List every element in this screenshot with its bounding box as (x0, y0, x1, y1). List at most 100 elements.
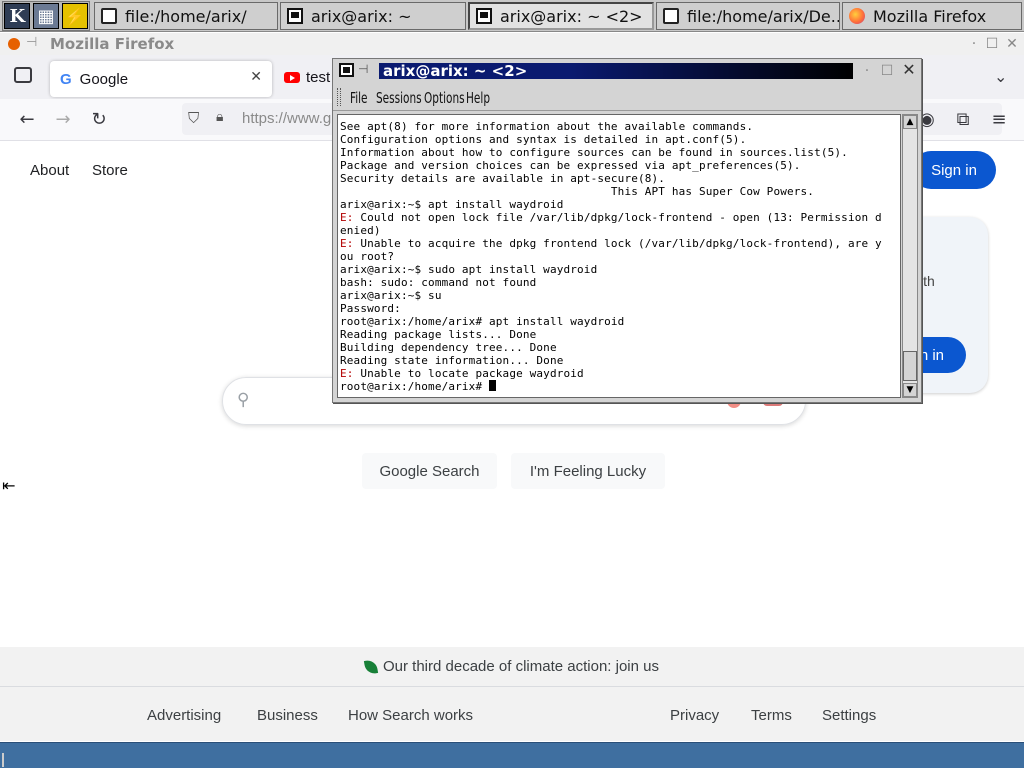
tab-overview-icon[interactable] (14, 67, 32, 83)
menu-help[interactable]: Help (466, 89, 490, 107)
menu-file[interactable]: File (350, 89, 368, 107)
task-file-documents[interactable]: file:/home/arix/De... (656, 2, 840, 30)
google-search-button[interactable]: Google Search (362, 453, 497, 489)
sign-in-button[interactable]: Sign in (912, 151, 996, 189)
tab-google[interactable]: G Google ✕ (50, 61, 272, 97)
reload-icon[interactable]: ↻ (86, 107, 112, 133)
feeling-lucky-button[interactable]: I'm Feeling Lucky (511, 453, 665, 489)
minimize-icon[interactable]: · (966, 36, 982, 52)
terminal-line-text: Package and version choices can be expre… (340, 159, 801, 172)
maximize-icon[interactable]: ☐ (984, 36, 1000, 52)
terminal-line-text: root@arix:/home/arix# apt install waydro… (340, 315, 625, 328)
youtube-favicon-icon (284, 72, 300, 83)
scroll-down-icon[interactable]: ▼ (903, 383, 917, 397)
terminal-line: Information about how to configure sourc… (340, 146, 900, 159)
terminal-line: This APT has Super Cow Powers. (340, 185, 900, 198)
terminal-line-text: See apt(8) for more information about th… (340, 120, 754, 133)
footer-terms-link[interactable]: Terms (751, 707, 792, 724)
terminal-icon (287, 8, 303, 24)
close-icon[interactable]: ✕ (901, 62, 917, 78)
terminal-line: enied) (340, 224, 900, 237)
firefox-icon (849, 8, 865, 24)
terminal-line-text: bash: sudo: command not found (340, 276, 537, 289)
close-icon[interactable]: ✕ (1004, 36, 1020, 52)
terminal-lines: See apt(8) for more information about th… (340, 120, 900, 393)
terminal-line: root@arix:/home/arix# (340, 380, 900, 393)
terminal-line-text: Reading package lists... Done (340, 328, 537, 341)
error-prefix: E: (340, 237, 354, 250)
resize-cursor-icon: ⇤ (2, 476, 16, 495)
back-arrow-icon[interactable]: ← (14, 107, 40, 133)
file-manager-icon (663, 8, 679, 24)
panel-handle-icon[interactable] (2, 753, 10, 767)
climate-text[interactable]: Our third decade of climate action: join… (383, 658, 659, 675)
terminal-line: Password: (340, 302, 900, 315)
terminal-line: See apt(8) for more information about th… (340, 120, 900, 133)
footer-privacy-link[interactable]: Privacy (670, 707, 719, 724)
bottom-panel[interactable] (0, 742, 1024, 768)
tab-label: test (306, 69, 331, 86)
tracking-shield-icon[interactable]: ⛉ (188, 109, 199, 127)
menubar-handle-icon[interactable] (337, 88, 341, 106)
extensions-icon[interactable]: ⧉ (950, 107, 976, 133)
text-cursor (489, 380, 496, 391)
terminal-icon (476, 8, 492, 24)
forward-arrow-icon[interactable]: → (50, 107, 76, 133)
terminal-line-text: Security details are available in apt-se… (340, 172, 666, 185)
firefox-titlebar[interactable]: ⊣ Mozilla Firefox · ☐ ✕ (0, 33, 1024, 55)
minimize-icon[interactable]: · (859, 63, 875, 79)
menu-options[interactable]: Options (424, 89, 465, 107)
konsole-menubar: File Sessions Options Help (333, 83, 921, 111)
window-title: Mozilla Firefox (50, 35, 175, 53)
k-menu-launcher[interactable]: K ▦ ⚡ (2, 1, 90, 31)
menu-sessions[interactable]: Sessions (376, 89, 422, 107)
list-all-tabs-chevron-icon[interactable]: ⌄ (994, 67, 1007, 86)
pin-icon[interactable]: ⊣ (26, 35, 37, 50)
terminal-line-text: Could not open lock file /var/lib/dpkg/l… (353, 211, 882, 224)
footer-how-search-works-link[interactable]: How Search works (348, 707, 473, 724)
konsole-title: arix@arix: ~ <2> (383, 62, 528, 80)
pin-icon[interactable]: ⊣ (358, 62, 368, 76)
task-label: arix@arix: ~ (311, 6, 412, 26)
task-terminal-2[interactable]: arix@arix: ~ <2> (468, 2, 654, 30)
tab-close-icon[interactable]: ✕ (250, 69, 262, 85)
terminal-line-text: Configuration options and syntax is deta… (340, 133, 747, 146)
terminal-line: arix@arix:~$ apt install waydroid (340, 198, 900, 211)
scroll-up-icon[interactable]: ▲ (903, 115, 917, 129)
menu-hamburger-icon[interactable]: ≡ (986, 107, 1012, 133)
climate-banner[interactable]: Our third decade of climate action: join… (0, 647, 1024, 687)
task-terminal-1[interactable]: arix@arix: ~ (280, 2, 466, 30)
footer-advertising-link[interactable]: Advertising (147, 707, 221, 724)
maximize-icon[interactable]: ☐ (879, 63, 895, 79)
terminal-line-text: Unable to acquire the dpkg frontend lock… (353, 237, 882, 250)
task-label: arix@arix: ~ <2> (500, 6, 643, 26)
terminal-line: Security details are available in apt-se… (340, 172, 900, 185)
terminal-output[interactable]: See apt(8) for more information about th… (337, 114, 901, 398)
terminal-scrollbar[interactable]: ▲ ▼ (902, 114, 918, 398)
tab-test[interactable]: test (284, 69, 330, 86)
lightning-icon[interactable]: ⚡ (61, 3, 88, 29)
terminal-icon (339, 63, 354, 77)
terminal-line: Building dependency tree... Done (340, 341, 900, 354)
store-link[interactable]: Store (92, 162, 128, 179)
about-link[interactable]: About (30, 162, 69, 179)
terminal-line: E: Unable to locate package waydroid (340, 367, 900, 380)
terminal-line-text: arix@arix:~$ su (340, 289, 442, 302)
terminal-line: E: Could not open lock file /var/lib/dpk… (340, 211, 900, 224)
konsole-titlebar[interactable]: ⊣ arix@arix: ~ <2> · ☐ ✕ (333, 59, 921, 82)
search-icon: ⚲ (237, 390, 250, 410)
promo-text: ith (920, 273, 935, 289)
task-file-home[interactable]: file:/home/arix/ (94, 2, 278, 30)
url-text[interactable]: https://www.g (242, 110, 331, 127)
task-firefox[interactable]: Mozilla Firefox (842, 2, 1022, 30)
kde-logo-icon[interactable]: K (4, 3, 31, 29)
scrollbar-thumb[interactable] (903, 351, 917, 381)
leaf-icon (363, 658, 379, 675)
desktop-pager-icon[interactable]: ▦ (32, 3, 59, 29)
terminal-line: Reading package lists... Done (340, 328, 900, 341)
terminal-line-text: Information about how to configure sourc… (340, 146, 848, 159)
lock-icon[interactable]: 🔒︎ (216, 109, 223, 125)
terminal-line: E: Unable to acquire the dpkg frontend l… (340, 237, 900, 250)
footer-business-link[interactable]: Business (257, 707, 318, 724)
footer-settings-link[interactable]: Settings (822, 707, 876, 724)
